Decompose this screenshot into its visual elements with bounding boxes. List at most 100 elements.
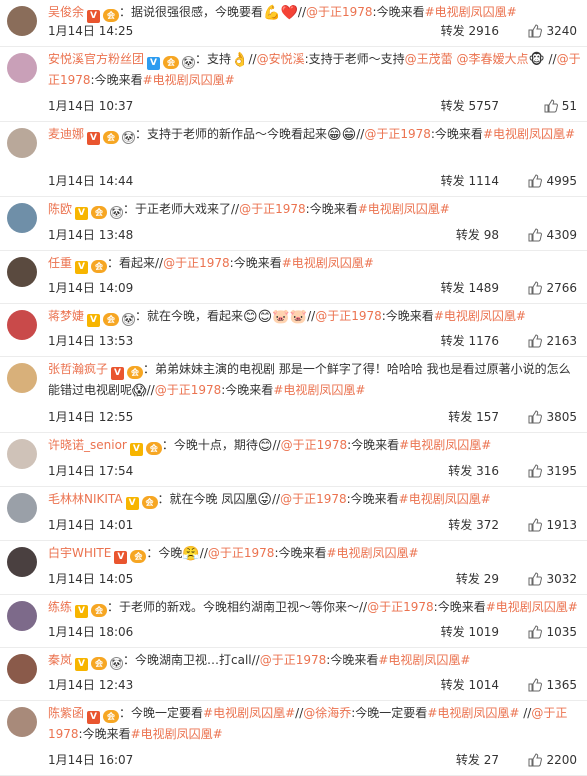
comment-text: 许晓诺_senior V 会：今晚十点，期待😊//@于正1978:今晚来看#电视剧凤… xyxy=(48,435,581,456)
like-button[interactable]: 3805 xyxy=(528,408,577,426)
username-link[interactable]: 许晓诺_senior xyxy=(48,438,127,452)
hashtag-link[interactable]: #电视剧凤囚凰# xyxy=(131,727,223,741)
hashtag-link[interactable]: #电视剧凤囚凰# xyxy=(326,546,418,560)
avatar[interactable] xyxy=(7,6,37,36)
mention-link[interactable]: @于正1978 xyxy=(315,309,382,323)
mention-link[interactable]: @于正1978 xyxy=(364,127,431,141)
timestamp[interactable]: 1月14日 18:06 xyxy=(48,623,133,641)
hashtag-link[interactable]: #电视剧凤囚凰# xyxy=(358,202,450,216)
repost-button[interactable]: 转发 1176 xyxy=(441,332,499,350)
repost-button[interactable]: 转发 98 xyxy=(456,226,499,244)
hashtag-link[interactable]: #电视剧凤囚凰# xyxy=(282,256,374,270)
like-button[interactable]: 1365 xyxy=(528,676,577,694)
timestamp[interactable]: 1月14日 14:09 xyxy=(48,279,133,297)
like-button[interactable]: 4995 xyxy=(528,172,577,190)
username-link[interactable]: 蒋梦婕 xyxy=(48,309,84,323)
mention-link[interactable]: @于正1978 xyxy=(306,5,373,19)
hashtag-link[interactable]: #电视剧凤囚凰# xyxy=(143,73,235,87)
like-button[interactable]: 4309 xyxy=(528,226,577,244)
mention-link[interactable]: @于正1978 xyxy=(163,256,230,270)
hashtag-link[interactable]: #电视剧凤囚凰# xyxy=(273,383,365,397)
username-link[interactable]: 毛林林NIKITA xyxy=(48,492,123,506)
hashtag-link[interactable]: #电视剧凤囚凰# xyxy=(399,492,491,506)
timestamp[interactable]: 1月14日 13:48 xyxy=(48,226,133,244)
hashtag-link[interactable]: #电视剧凤囚凰# xyxy=(425,5,517,19)
like-button[interactable]: 1035 xyxy=(528,623,577,641)
username-link[interactable]: 麦迪娜 xyxy=(48,127,84,141)
username-link[interactable]: 任重 xyxy=(48,256,72,270)
mention-link[interactable]: @于正1978 xyxy=(155,383,222,397)
repost-button[interactable]: 转发 316 xyxy=(448,462,499,480)
avatar[interactable] xyxy=(7,601,37,631)
mention-link[interactable]: @李春嫒大点 xyxy=(456,52,528,66)
avatar[interactable] xyxy=(7,439,37,469)
repost-button[interactable]: 转发 2916 xyxy=(441,22,499,40)
username-link[interactable]: 安悦溪官方粉丝团 xyxy=(48,52,144,66)
avatar[interactable] xyxy=(7,53,37,83)
mention-link[interactable]: @安悦溪 xyxy=(257,52,305,66)
timestamp[interactable]: 1月14日 14:01 xyxy=(48,516,133,534)
repost-button[interactable]: 转发 27 xyxy=(456,751,499,769)
repost-button[interactable]: 转发 1019 xyxy=(441,623,499,641)
hashtag-link[interactable]: #电视剧凤囚凰# xyxy=(486,600,578,614)
timestamp[interactable]: 1月14日 14:44 xyxy=(48,172,133,190)
hashtag-link[interactable]: #电视剧凤囚凰# xyxy=(434,309,526,323)
username-link[interactable]: 吴俊余 xyxy=(48,5,84,19)
mention-link[interactable]: @于正1978 xyxy=(260,653,327,667)
username-link[interactable]: 张哲瀚疯子 xyxy=(48,362,108,376)
username-link[interactable]: 练练 xyxy=(48,600,72,614)
comment-meta: 1月14日 18:06 转发 1019 1035 xyxy=(48,623,577,641)
mention-link[interactable]: @于正1978 xyxy=(281,438,348,452)
like-button[interactable]: 2766 xyxy=(528,279,577,297)
avatar[interactable] xyxy=(7,493,37,523)
repost-button[interactable]: 转发 372 xyxy=(448,516,499,534)
like-button[interactable]: 3032 xyxy=(528,570,577,588)
avatar[interactable] xyxy=(7,707,37,737)
timestamp[interactable]: 1月14日 14:25 xyxy=(48,22,133,40)
text-segment: :今晚来看 xyxy=(305,202,358,216)
avatar[interactable] xyxy=(7,547,37,577)
mention-link[interactable]: @于正1978 xyxy=(280,492,347,506)
repost-button[interactable]: 转发 1114 xyxy=(441,172,499,190)
avatar[interactable] xyxy=(7,310,37,340)
repost-button[interactable]: 转发 157 xyxy=(448,408,499,426)
repost-button[interactable]: 转发 1014 xyxy=(441,676,499,694)
hashtag-link[interactable]: #电视剧凤囚凰# xyxy=(378,653,470,667)
timestamp[interactable]: 1月14日 12:55 xyxy=(48,408,133,426)
timestamp[interactable]: 1月14日 12:43 xyxy=(48,676,133,694)
like-button[interactable]: 51 xyxy=(544,97,577,115)
hashtag-link[interactable]: #电视剧凤囚凰# xyxy=(399,438,491,452)
username-link[interactable]: 秦岚 xyxy=(48,653,72,667)
like-button[interactable]: 2200 xyxy=(528,751,577,769)
hashtag-link[interactable]: #电视剧凤囚凰# xyxy=(483,127,575,141)
mention-link[interactable]: @于正1978 xyxy=(239,202,306,216)
mention-link[interactable]: @于正1978 xyxy=(367,600,434,614)
like-button[interactable]: 2163 xyxy=(528,332,577,350)
username-link[interactable]: 白宇WHITE xyxy=(48,546,111,560)
avatar[interactable] xyxy=(7,654,37,684)
avatar[interactable] xyxy=(7,203,37,233)
avatar[interactable] xyxy=(7,257,37,287)
mention-link[interactable]: @王茂蕾 xyxy=(405,52,453,66)
timestamp[interactable]: 1月14日 16:07 xyxy=(48,751,133,769)
repost-button[interactable]: 转发 29 xyxy=(456,570,499,588)
avatar[interactable] xyxy=(7,128,37,158)
timestamp[interactable]: 1月14日 14:05 xyxy=(48,570,133,588)
mention-link[interactable]: @徐海乔 xyxy=(303,706,351,720)
mention-link[interactable]: @于正1978 xyxy=(208,546,275,560)
timestamp[interactable]: 1月14日 17:54 xyxy=(48,462,133,480)
hashtag-link[interactable]: #电视剧凤囚凰# xyxy=(203,706,295,720)
avatar[interactable] xyxy=(7,363,37,393)
username-link[interactable]: 陈欧 xyxy=(48,202,72,216)
like-button[interactable]: 1913 xyxy=(528,516,577,534)
like-button[interactable]: 3195 xyxy=(528,462,577,480)
like-button[interactable]: 3240 xyxy=(528,22,577,40)
repost-button[interactable]: 转发 5757 xyxy=(441,97,499,115)
timestamp[interactable]: 1月14日 13:53 xyxy=(48,332,133,350)
text-segment: ：今晚十点，期待 xyxy=(161,438,258,452)
timestamp[interactable]: 1月14日 10:37 xyxy=(48,97,133,115)
panda-icon: 🐼 xyxy=(122,131,136,144)
hashtag-link[interactable]: #电视剧凤囚凰# xyxy=(427,706,519,720)
repost-button[interactable]: 转发 1489 xyxy=(441,279,499,297)
username-link[interactable]: 陈紫函 xyxy=(48,706,84,720)
